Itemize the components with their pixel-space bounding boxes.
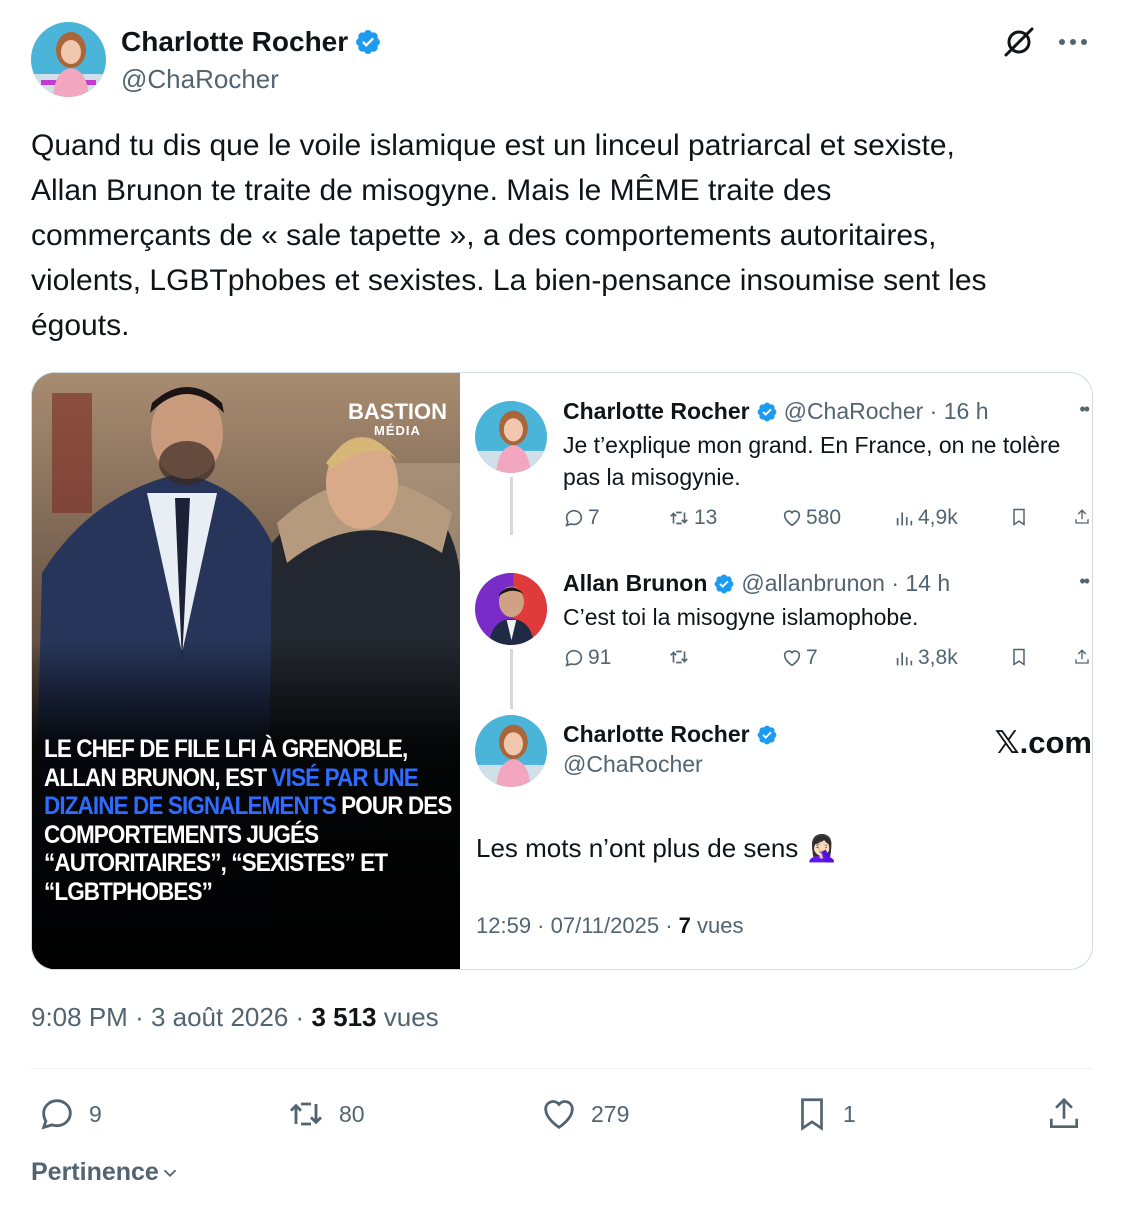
embedded-avatar	[475, 401, 547, 473]
embedded-actions: 7 13 580 4,9k	[563, 506, 1092, 536]
embedded-tweet-meta: 12:59 · 07/11/2025 · 7 vues	[476, 913, 743, 939]
news-photo[interactable]: BASTION MÉDIA LE CHEF DE FILE LFI À GREN…	[32, 373, 460, 969]
reply-icon	[41, 1099, 72, 1130]
more-horizontal-icon[interactable]	[1053, 24, 1093, 60]
tweet-views-count: 3 513	[311, 1002, 377, 1032]
embedded-reply-count: 91	[588, 646, 612, 669]
views-icon	[896, 512, 913, 526]
reply-button[interactable]: 9	[37, 1092, 102, 1136]
author-handle[interactable]: @ChaRocher	[121, 64, 279, 95]
share-icon	[1049, 1097, 1079, 1129]
embedded-like: 7	[781, 646, 818, 670]
embedded-avatar	[475, 715, 547, 787]
embedded-tweet-header: Charlotte Rocher	[563, 721, 778, 748]
embedded-tweet-header: Charlotte Rocher @ChaRocher · 16 h	[563, 398, 988, 425]
repost-icon	[670, 511, 688, 525]
watermark-bottom: MÉDIA	[374, 423, 421, 438]
bookmark-icon	[801, 1098, 823, 1131]
embedded-repost-count: 13	[694, 506, 718, 529]
divider	[31, 1068, 1093, 1069]
embedded-name: Charlotte Rocher	[563, 721, 750, 747]
repost-button[interactable]: 80	[285, 1092, 365, 1136]
like-icon	[783, 510, 801, 527]
reply-count: 9	[89, 1100, 102, 1127]
embedded-tweet-header: Allan Brunon @allanbrunon · 14 h	[563, 570, 950, 597]
tweet-date[interactable]: 3 août 2026	[151, 1002, 288, 1032]
tweet-header: Charlotte Rocher @ChaRocher	[31, 22, 1093, 100]
verified-badge-icon	[356, 30, 381, 54]
embedded-view-count: 4,9k	[918, 506, 958, 529]
like-icon	[783, 650, 801, 667]
embedded-views: 4,9k	[893, 506, 958, 530]
embedded-handle-time: @ChaRocher · 16 h	[783, 398, 989, 424]
repost-icon	[670, 650, 688, 664]
embedded-name: Charlotte Rocher	[563, 398, 750, 424]
views-icon	[896, 652, 913, 666]
embedded-like-count: 7	[806, 646, 818, 669]
share-button[interactable]	[1045, 1092, 1095, 1136]
verified-badge-icon	[757, 725, 776, 744]
embedded-name: Allan Brunon	[563, 570, 708, 596]
bookmark-button[interactable]: 1	[793, 1092, 856, 1136]
action-bar: 9 80 279 1	[31, 1092, 1093, 1136]
embedded-handle-time: @allanbrunon · 14 h	[741, 570, 951, 596]
embedded-actions: 91 7 3,8k	[563, 646, 1092, 676]
thread-line	[510, 649, 513, 709]
x-brand-logo: 𝕏.com	[994, 725, 1092, 760]
embedded-views: 3,8k	[893, 646, 958, 670]
embedded-repost: 13	[667, 506, 717, 530]
reply-icon	[565, 649, 583, 667]
tweet-media[interactable]: BASTION MÉDIA LE CHEF DE FILE LFI À GREN…	[31, 372, 1093, 970]
tweet-text: Quand tu dis que le voile islamique est …	[31, 129, 987, 342]
embedded-reply-count: 7	[588, 506, 600, 529]
embedded-reply: 7	[563, 506, 600, 530]
share-icon	[1073, 646, 1092, 668]
author-name[interactable]: Charlotte Rocher	[121, 26, 348, 58]
share-icon	[1073, 506, 1092, 528]
embedded-reply: 91	[563, 646, 611, 670]
photo-caption: LE CHEF DE FILE LFI À GRENOBLE, ALLAN BR…	[44, 735, 454, 906]
embedded-views-count: 7	[678, 913, 691, 938]
embedded-repost	[667, 646, 694, 668]
more-horizontal-icon: ••	[1079, 399, 1090, 419]
tweet-meta: 9:08 PM · 3 août 2026 · 3 513 vues	[31, 1002, 439, 1032]
embedded-screenshot: Charlotte Rocher @ChaRocher · 16 h •• Je…	[460, 373, 1092, 969]
watermark-top: BASTION	[348, 399, 447, 424]
embedded-views-label: vues	[690, 913, 744, 938]
embedded-tweet-text: Je t’explique mon grand. En France, on n…	[563, 432, 1061, 490]
embedded-view-count: 3,8k	[918, 646, 958, 669]
embedded-handle: @ChaRocher	[563, 751, 703, 777]
repost-count: 80	[339, 1100, 365, 1127]
embedded-tweet-text: C’est toi la misogyne islamophobe.	[563, 604, 919, 630]
verified-badge-icon	[714, 574, 734, 593]
repost-icon	[289, 1102, 323, 1126]
embedded-like: 580	[781, 506, 841, 530]
sort-dropdown[interactable]: Pertinence	[31, 1158, 181, 1187]
bookmark-icon	[1009, 506, 1032, 528]
grok-icon[interactable]	[999, 22, 1039, 62]
like-count: 279	[591, 1100, 630, 1127]
chevron-down-icon	[163, 1169, 176, 1177]
thread-line	[510, 477, 513, 535]
author-avatar[interactable]	[31, 22, 106, 97]
reply-icon	[565, 509, 583, 527]
embedded-avatar	[475, 573, 547, 645]
verified-badge-icon	[757, 402, 776, 421]
embedded-handle-row: @ChaRocher	[563, 751, 703, 778]
like-button[interactable]: 279	[539, 1092, 629, 1136]
embedded-like-count: 580	[806, 506, 842, 529]
bastion-watermark: BASTION MÉDIA	[340, 399, 455, 438]
embedded-tweet-text: Les mots n’ont plus de sens 🤦🏻‍♀️	[476, 833, 838, 863]
tweet-time[interactable]: 9:08 PM	[31, 1002, 128, 1032]
like-icon	[544, 1100, 574, 1130]
more-horizontal-icon: ••	[1079, 571, 1090, 591]
bookmark-count: 1	[843, 1100, 856, 1127]
embedded-time: 12:59 · 07/11/2025 ·	[476, 913, 679, 938]
tweet-views-label: vues	[383, 1002, 439, 1032]
bookmark-icon	[1009, 646, 1032, 668]
sort-label: Pertinence	[31, 1158, 159, 1186]
